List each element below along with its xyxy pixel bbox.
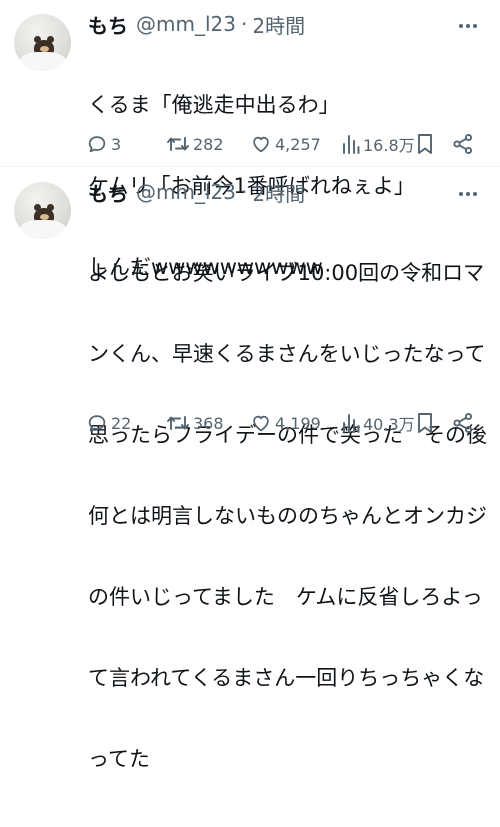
reply-count: 22 — [111, 413, 132, 433]
reply-button[interactable]: 22 — [86, 409, 131, 437]
blanket — [20, 220, 66, 239]
like-button[interactable]: 4,199 — [250, 409, 321, 437]
tweet-text: よしもとお笑いライブ10:00回の令和ロマ ンくん、早速くるまさんをいじったなっ… — [88, 206, 488, 827]
tweet[interactable]: もち @mm_l23 · 2時間 くるま「俺逃走中出るわ」 ケムリ「お前今1番呼… — [0, 0, 500, 279]
bookmark-button[interactable] — [416, 409, 434, 437]
separator-dot: · — [240, 12, 248, 36]
reply-bubble-icon — [86, 412, 108, 434]
more-horizontal-icon[interactable] — [456, 14, 480, 38]
tweet-text-line: ってた — [88, 747, 150, 771]
views-count: 40.3万 — [363, 415, 415, 434]
tweet-text-line: て言われてくるまさん一回りちっちゃくな — [88, 666, 485, 690]
tweet-header: もち @mm_l23 · 2時間 — [88, 178, 305, 206]
more-horizontal-icon[interactable] — [456, 182, 480, 206]
retweet-icon — [166, 133, 190, 155]
timestamp[interactable]: 2時間 — [252, 178, 305, 207]
share-icon — [452, 133, 474, 155]
bar-chart-icon — [342, 134, 360, 154]
tweet[interactable]: もち @mm_l23 · 2時間 よしもとお笑いライブ10:00回の令和ロマ ン… — [0, 168, 500, 771]
bookmark-icon — [416, 412, 434, 434]
display-name[interactable]: もち — [88, 178, 128, 207]
tweet-actions: 3 282 4,257 16.8万 — [86, 130, 486, 158]
tweet-actions: 22 368 4,199 40.3万 — [86, 409, 486, 437]
separator-dot: · — [240, 180, 248, 204]
avatar[interactable] — [14, 14, 71, 71]
bar-chart-icon — [342, 413, 360, 433]
share-button[interactable] — [452, 409, 474, 437]
share-icon — [452, 412, 474, 434]
reply-bubble-icon — [86, 133, 108, 155]
retweet-button[interactable]: 282 — [166, 130, 224, 158]
tweet-text-line: くるま「俺逃走中出るわ」 — [88, 93, 340, 117]
heart-icon — [250, 133, 272, 155]
bookmark-icon — [416, 133, 434, 155]
display-name[interactable]: もち — [88, 10, 128, 39]
tweet-text-line: よしもとお笑いライブ10:00回の令和ロマ — [88, 261, 485, 285]
tweet-text-line: の件いじってました ケムに反省しろよっ — [88, 585, 483, 609]
views-button[interactable]: 40.3万 — [342, 409, 415, 437]
reply-count: 3 — [111, 134, 122, 154]
avatar[interactable] — [14, 182, 71, 239]
retweet-button[interactable]: 368 — [166, 409, 224, 437]
blanket — [20, 52, 66, 71]
retweet-icon — [166, 412, 190, 434]
like-button[interactable]: 4,257 — [250, 130, 321, 158]
views-button[interactable]: 16.8万 — [342, 130, 415, 158]
retweet-count: 368 — [193, 413, 224, 433]
tweet-header: もち @mm_l23 · 2時間 — [88, 10, 305, 38]
user-handle[interactable]: @mm_l23 — [136, 12, 236, 36]
like-count: 4,257 — [275, 134, 321, 154]
reply-button[interactable]: 3 — [86, 130, 121, 158]
retweet-count: 282 — [193, 134, 224, 154]
views-count: 16.8万 — [363, 136, 415, 155]
tweet-text-line: ンくん、早速くるまさんをいじったなって — [88, 342, 486, 366]
like-count: 4,199 — [275, 413, 321, 433]
tweet-text-line: 何とは明言しないもののちゃんとオンカジ — [88, 504, 487, 528]
heart-icon — [250, 412, 272, 434]
bookmark-button[interactable] — [416, 130, 434, 158]
share-button[interactable] — [452, 130, 474, 158]
timestamp[interactable]: 2時間 — [252, 10, 305, 39]
user-handle[interactable]: @mm_l23 — [136, 180, 236, 204]
